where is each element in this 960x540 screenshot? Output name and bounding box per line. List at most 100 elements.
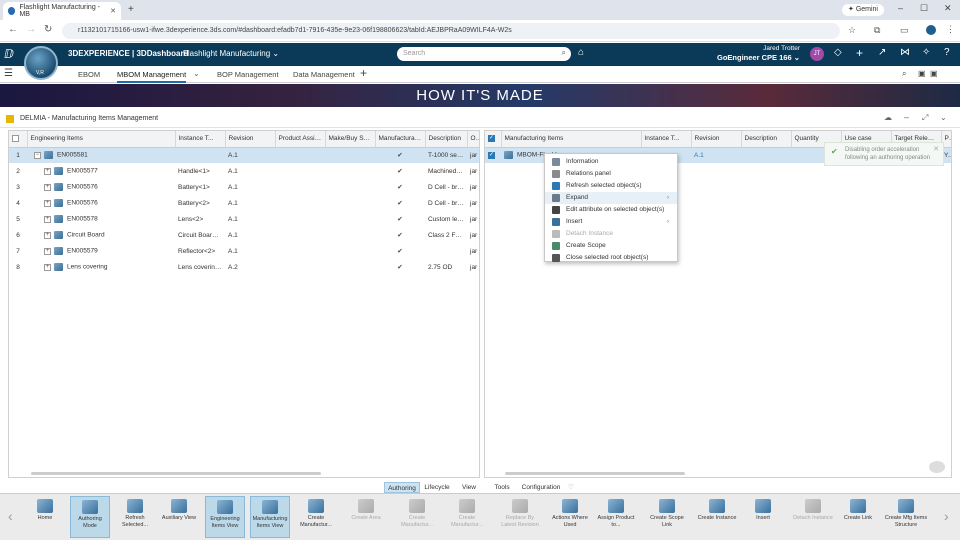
context-menu-item[interactable]: Relations panel bbox=[545, 168, 677, 180]
chat-icon[interactable]: ▣ bbox=[918, 69, 926, 78]
expand-toggle-icon[interactable]: + bbox=[44, 167, 51, 175]
share-icon[interactable]: ↗ bbox=[878, 47, 886, 58]
context-menu-item[interactable]: Create Scope bbox=[545, 240, 677, 252]
tab-menu-chevron-icon[interactable]: ⌄ bbox=[193, 69, 200, 78]
refresh-selected-button[interactable]: Refresh Selected... bbox=[118, 496, 152, 538]
create-instance-button[interactable]: Create Instance bbox=[696, 496, 738, 538]
col-manufacturable[interactable]: Manufacturabl... bbox=[375, 131, 426, 148]
table-row[interactable]: 1− EN005581 A.1 ✔ T-1000 series jar bbox=[9, 147, 479, 163]
sidepanel-icon[interactable]: ▭ bbox=[900, 25, 909, 36]
table-row[interactable]: 5 + EN005578 Lens<2> A.1 ✔ Custom lens w...jar bbox=[9, 211, 479, 227]
authoring-mode-button[interactable]: Authoring Mode bbox=[70, 496, 110, 538]
replace-by-latest-revision-button[interactable]: Replace By Latest Revision bbox=[499, 496, 541, 538]
actions-where-used-button[interactable]: Actions Where Used bbox=[550, 496, 590, 538]
manufacturing-items-view-button[interactable]: Manufacturing Items View bbox=[250, 496, 290, 538]
item-name[interactable]: Circuit Board bbox=[67, 232, 105, 239]
tab-data-management[interactable]: Data Management bbox=[293, 66, 355, 83]
table-row[interactable]: 2 + EN005577 Handle<1> A.1 ✔ Machined Han...ja… bbox=[9, 163, 479, 179]
context-menu-item[interactable]: Close selected root object(s) bbox=[545, 252, 677, 264]
robot-icon[interactable] bbox=[929, 461, 945, 473]
item-name[interactable]: EN005576 bbox=[67, 200, 98, 207]
maximize-icon[interactable]: ☐ bbox=[920, 3, 928, 14]
reload-icon[interactable]: ↻ bbox=[44, 24, 52, 35]
scroll-right-icon[interactable]: › bbox=[944, 508, 949, 524]
item-name[interactable]: EN005581 bbox=[57, 152, 88, 159]
cloud-icon[interactable]: ☁ bbox=[884, 113, 892, 122]
context-menu-item[interactable]: Expand › bbox=[545, 192, 677, 204]
extensions-icon[interactable]: ⧉ bbox=[874, 25, 880, 36]
minimize-icon[interactable]: – bbox=[898, 3, 903, 13]
assign-product-to-button[interactable]: Assign Product to... bbox=[596, 496, 636, 538]
window-close-icon[interactable]: ✕ bbox=[944, 3, 952, 14]
col-description[interactable]: Description bbox=[425, 131, 468, 148]
create-manufactur-button[interactable]: Create Manufactur... bbox=[297, 496, 335, 538]
col-mfg-instance-title[interactable]: Instance T... bbox=[641, 131, 692, 148]
tab-configuration[interactable]: Configuration bbox=[520, 482, 562, 493]
add-icon[interactable]: + bbox=[856, 46, 863, 60]
fullscreen-icon[interactable]: ⤢ bbox=[922, 113, 928, 123]
item-name[interactable]: EN005577 bbox=[67, 168, 98, 175]
table-row[interactable]: 8 + Lens covering Lens covering... A.2 ✔ 2.75 … bbox=[9, 259, 479, 275]
insert-button[interactable]: Insert bbox=[746, 496, 780, 538]
chat2-icon[interactable]: ▣ bbox=[930, 69, 938, 78]
widget-menu-icon[interactable]: ⌄ bbox=[940, 113, 947, 122]
mfg-horizontal-scrollbar[interactable] bbox=[505, 472, 685, 475]
select-all-checkbox[interactable] bbox=[9, 131, 28, 148]
zoom-icon[interactable]: ⌕ bbox=[902, 69, 906, 79]
tab-close-icon[interactable]: ✕ bbox=[110, 7, 116, 15]
back-icon[interactable]: ← bbox=[8, 24, 18, 35]
table-row[interactable]: 3 + EN005576 Battery<1> A.1 ✔ D Cell - brand .… bbox=[9, 179, 479, 195]
network-icon[interactable]: ⋈ bbox=[900, 47, 910, 58]
context-menu-item[interactable]: Edit attribute on selected object(s) bbox=[545, 204, 677, 216]
minimize-widget-icon[interactable]: – bbox=[904, 112, 909, 122]
browser-tab[interactable]: Flashlight Manufacturing - MB ✕ bbox=[3, 2, 121, 20]
tools-icon[interactable]: ✧ bbox=[922, 47, 930, 58]
expand-toggle-icon[interactable]: + bbox=[44, 263, 51, 271]
item-name[interactable]: EN005578 bbox=[67, 216, 98, 223]
horizontal-scrollbar[interactable] bbox=[31, 472, 321, 475]
table-row[interactable]: 7 + EN005579 Reflector<2> A.1 ✔ jar bbox=[9, 243, 479, 259]
create-mfg-items-structure-button[interactable]: Create Mfg Items Structure bbox=[884, 496, 928, 538]
help-icon[interactable]: ? bbox=[944, 47, 950, 58]
col-make-buy-status[interactable]: Make/Buy Status bbox=[325, 131, 376, 148]
col-revision[interactable]: Revision bbox=[225, 131, 276, 148]
user-company[interactable]: GoEngineer CPE 166 ⌄ bbox=[700, 53, 800, 62]
tab-mbom-management[interactable]: MBOM Management bbox=[117, 66, 187, 83]
create-manufactur-button[interactable]: Create Manufactur... bbox=[448, 496, 486, 538]
toast-close-icon[interactable]: ✕ bbox=[933, 146, 939, 154]
dashboard-title[interactable]: Flashlight Manufacturing ⌄ bbox=[183, 49, 279, 58]
tag-icon[interactable]: ⌂ bbox=[578, 47, 584, 58]
col-mfg-description[interactable]: Description bbox=[741, 131, 792, 148]
gemini-button[interactable]: ✦ Gemini bbox=[842, 4, 884, 16]
col-instance-title[interactable]: Instance T... bbox=[175, 131, 226, 148]
tab-view[interactable]: View bbox=[458, 482, 480, 493]
expand-toggle-icon[interactable]: + bbox=[44, 183, 51, 191]
create-manufactur-button[interactable]: Create Manufactur... bbox=[397, 496, 437, 538]
home-button[interactable]: Home bbox=[33, 496, 57, 538]
select-all-mfg-checkbox[interactable]: ✓ bbox=[485, 131, 502, 148]
url-field[interactable]: r1132101715166-usw1-ifwe.3dexperience.3d… bbox=[62, 23, 840, 39]
expand-toggle-icon[interactable]: + bbox=[44, 199, 51, 207]
table-row[interactable]: 4 + EN005576 Battery<2> A.1 ✔ D Cell - brand .… bbox=[9, 195, 479, 211]
hamburger-icon[interactable]: ☰ bbox=[4, 68, 13, 79]
item-name[interactable]: EN005579 bbox=[67, 248, 98, 255]
item-name[interactable]: Lens covering bbox=[67, 264, 107, 271]
col-manufacturing-items[interactable]: Manufacturing Items bbox=[501, 131, 642, 148]
tab-bop-management[interactable]: BOP Management bbox=[217, 66, 279, 83]
expand-toggle-icon[interactable]: − bbox=[34, 151, 41, 159]
tab-lifecycle[interactable]: Lifecycle bbox=[422, 482, 452, 493]
tab-tools[interactable]: Tools bbox=[490, 482, 514, 493]
expand-toggle-icon[interactable]: + bbox=[44, 215, 51, 223]
context-menu-item[interactable]: Insert › bbox=[545, 216, 677, 228]
expand-toggle-icon[interactable]: + bbox=[44, 247, 51, 255]
forward-icon[interactable]: → bbox=[26, 24, 36, 35]
col-owner[interactable]: Ow bbox=[467, 131, 479, 148]
engineering-items-view-button[interactable]: Engineering Items View bbox=[205, 496, 245, 538]
context-menu-item[interactable]: Refresh selected object(s) bbox=[545, 180, 677, 192]
detach-instance-button[interactable]: Detach Instance bbox=[790, 496, 836, 538]
create-area-button[interactable]: Create Area bbox=[348, 496, 384, 538]
context-menu-item[interactable]: Information bbox=[545, 156, 677, 168]
row-checkbox[interactable]: ✓ bbox=[485, 147, 501, 163]
scroll-left-icon[interactable]: ‹ bbox=[8, 508, 13, 524]
tab-authoring[interactable]: Authoring bbox=[384, 482, 420, 493]
